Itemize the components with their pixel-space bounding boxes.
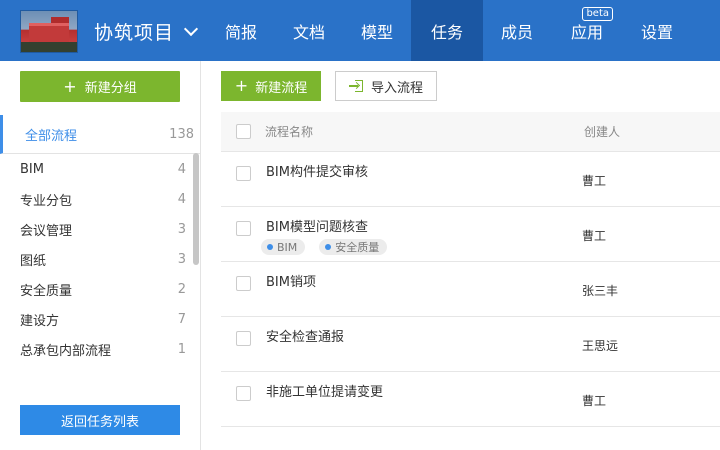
back-to-task-list-button[interactable]: 返回任务列表 xyxy=(20,405,180,435)
sidebar-item-subcontract[interactable]: 专业分包 4 xyxy=(0,184,196,214)
sidebar-item-safety-quality[interactable]: 安全质量 2 xyxy=(0,274,196,304)
new-flow-label: 新建流程 xyxy=(255,80,308,96)
flow-creator: 张三丰 xyxy=(582,284,619,298)
tag[interactable]: 安全质量 xyxy=(319,239,388,255)
flow-name[interactable]: BIM销项 xyxy=(266,271,316,290)
sidebar-item-count: 7 xyxy=(177,311,186,327)
nav-item-apps[interactable]: 应用 beta xyxy=(551,0,623,61)
nav-item-documents[interactable]: 文档 xyxy=(275,0,343,61)
tag-label: 安全质量 xyxy=(335,241,380,254)
sidebar-item-owner[interactable]: 建设方 7 xyxy=(0,304,196,334)
sidebar-item-count: 3 xyxy=(177,221,186,237)
group-list: BIM 4 专业分包 4 会议管理 3 图纸 3 安全质量 2 建设方 7 总承… xyxy=(0,154,196,364)
sidebar-item-count: 138 xyxy=(169,126,194,142)
nav-label: 文档 xyxy=(292,22,325,42)
sidebar-item-label: 安全质量 xyxy=(20,283,73,299)
sidebar-item-count: 3 xyxy=(177,251,186,267)
sidebar-item-drawings[interactable]: 图纸 3 xyxy=(0,244,196,274)
row-checkbox[interactable] xyxy=(236,331,251,346)
sidebar-item-label: 全部流程 xyxy=(25,128,78,144)
tag[interactable]: BIM xyxy=(261,239,306,255)
main-content: + 新建流程 导入流程 流程名称 创建人 BIM构件提交审核 曹工 BIM模型问… xyxy=(201,61,720,450)
new-group-label: 新建分组 xyxy=(84,81,137,96)
project-logo[interactable] xyxy=(20,10,78,53)
sidebar-scrollbar[interactable] xyxy=(193,153,199,265)
project-name: 协筑项目 xyxy=(94,22,175,44)
new-group-button[interactable]: + 新建分组 xyxy=(20,71,180,102)
sidebar-item-label: 图纸 xyxy=(20,253,47,269)
table-row[interactable]: 非施工单位提请变更 曹工 xyxy=(221,372,720,427)
sidebar-item-label: 会议管理 xyxy=(20,223,73,239)
nav-label: 任务 xyxy=(430,22,463,42)
select-all-checkbox[interactable] xyxy=(236,124,251,139)
sidebar-item-label: BIM xyxy=(20,161,44,177)
table-row[interactable]: BIM销项 张三丰 xyxy=(221,262,720,317)
sidebar-item-all-flows[interactable]: 全部流程 138 xyxy=(0,115,200,154)
import-icon xyxy=(348,79,363,93)
sidebar-item-label: 专业分包 xyxy=(20,193,73,209)
row-checkbox[interactable] xyxy=(236,221,251,236)
column-header-creator: 创建人 xyxy=(584,125,621,139)
nav-item-models[interactable]: 模型 xyxy=(343,0,411,61)
chevron-down-icon xyxy=(183,21,199,36)
sidebar: + 新建分组 全部流程 138 BIM 4 专业分包 4 会议管理 3 图纸 3… xyxy=(0,61,201,450)
flow-name[interactable]: BIM构件提交审核 xyxy=(266,161,368,180)
project-switcher[interactable]: 协筑项目 xyxy=(94,18,199,45)
plus-icon: + xyxy=(234,76,249,95)
row-checkbox[interactable] xyxy=(236,276,251,291)
table-row[interactable]: BIM构件提交审核 曹工 xyxy=(221,152,720,207)
sidebar-item-count: 1 xyxy=(177,341,186,357)
main-nav: 简报 文档 模型 任务 成员 应用 beta 设置 xyxy=(207,0,691,61)
logo-building xyxy=(29,23,69,43)
nav-item-briefing[interactable]: 简报 xyxy=(207,0,275,61)
tag-label: BIM xyxy=(277,240,298,254)
back-label: 返回任务列表 xyxy=(60,414,139,430)
flow-name[interactable]: 非施工单位提请变更 xyxy=(266,381,383,400)
row-checkbox[interactable] xyxy=(236,386,251,401)
flow-creator: 王思远 xyxy=(582,339,619,353)
sidebar-item-count: 4 xyxy=(177,161,186,177)
sidebar-item-bim[interactable]: BIM 4 xyxy=(0,154,196,184)
nav-label: 设置 xyxy=(640,22,673,42)
tag-dot-icon xyxy=(325,244,332,250)
top-bar: 协筑项目 简报 文档 模型 任务 成员 应用 beta 设置 xyxy=(0,0,720,61)
flow-name[interactable]: 安全检查通报 xyxy=(266,326,344,345)
flow-creator: 曹工 xyxy=(582,229,607,243)
sidebar-item-label: 总承包内部流程 xyxy=(20,343,112,359)
new-flow-button[interactable]: + 新建流程 xyxy=(221,71,321,101)
nav-label: 模型 xyxy=(360,22,393,42)
sidebar-item-meetings[interactable]: 会议管理 3 xyxy=(0,214,196,244)
flow-tags: BIM 安全质量 xyxy=(261,239,388,255)
nav-item-tasks[interactable]: 任务 xyxy=(411,0,483,61)
logo-ground xyxy=(21,42,77,52)
flow-creator: 曹工 xyxy=(582,394,607,408)
nav-label: 成员 xyxy=(500,22,533,42)
table-row[interactable]: 安全检查通报 王思远 xyxy=(221,317,720,372)
sidebar-item-gc-internal[interactable]: 总承包内部流程 1 xyxy=(0,334,196,364)
column-header-name: 流程名称 xyxy=(265,125,314,139)
flow-table: 流程名称 创建人 BIM构件提交审核 曹工 BIM模型问题核查 BIM 安全质量… xyxy=(221,112,720,427)
nav-label: 简报 xyxy=(224,22,257,42)
table-header: 流程名称 创建人 xyxy=(221,112,720,152)
nav-item-settings[interactable]: 设置 xyxy=(623,0,691,61)
beta-badge: beta xyxy=(582,7,613,21)
flow-name[interactable]: BIM模型问题核查 xyxy=(266,216,368,235)
flow-creator: 曹工 xyxy=(582,174,607,188)
nav-item-members[interactable]: 成员 xyxy=(483,0,551,61)
table-row[interactable]: BIM模型问题核查 BIM 安全质量 曹工 xyxy=(221,207,720,262)
import-flow-button[interactable]: 导入流程 xyxy=(335,71,437,101)
nav-label: 应用 xyxy=(570,22,603,42)
row-checkbox[interactable] xyxy=(236,166,251,181)
import-flow-label: 导入流程 xyxy=(370,80,423,96)
sidebar-item-count: 2 xyxy=(177,281,186,297)
sidebar-item-label: 建设方 xyxy=(20,313,60,329)
plus-icon: + xyxy=(63,76,77,96)
sidebar-item-count: 4 xyxy=(177,191,186,207)
tag-dot-icon xyxy=(267,244,273,250)
